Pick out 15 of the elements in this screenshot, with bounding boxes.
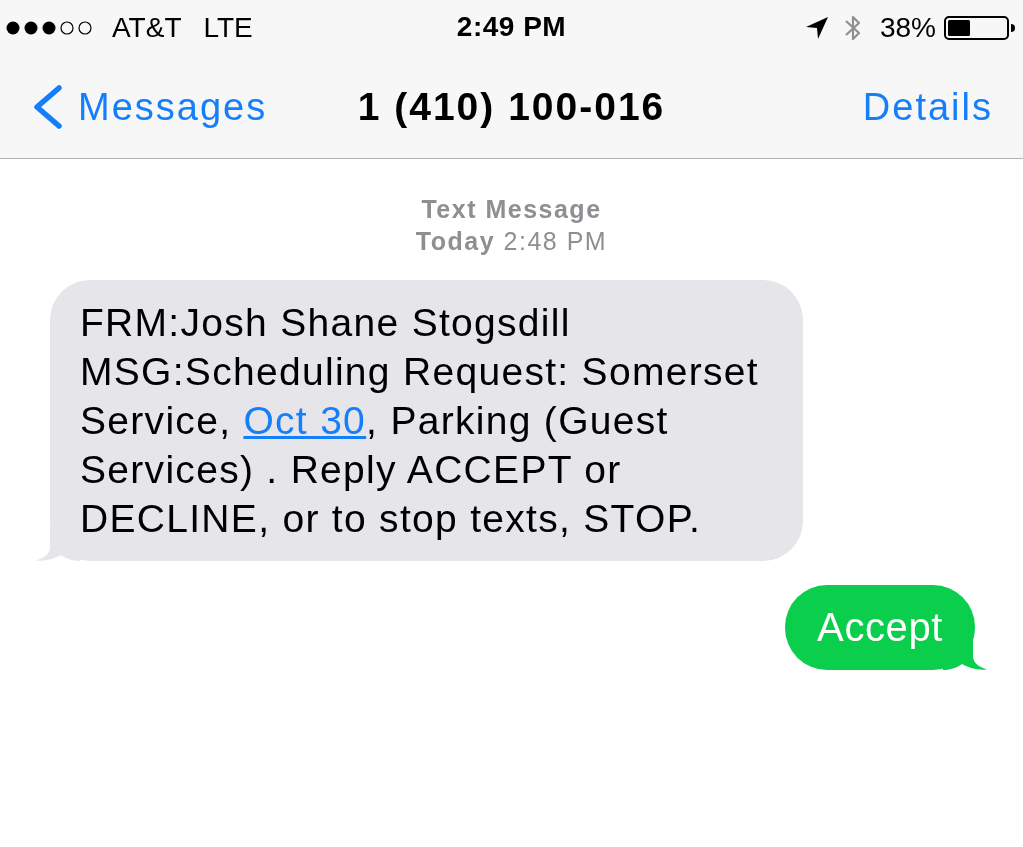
status-time: 2:49 PM	[456, 11, 567, 43]
battery-icon	[944, 15, 1016, 40]
carrier-name: AT&T	[112, 13, 182, 42]
location-arrow-icon	[805, 16, 828, 39]
network-type: LTE	[203, 13, 253, 42]
battery-percentage: 38%	[879, 13, 936, 42]
date-link[interactable]: Oct 30	[243, 399, 367, 442]
back-button[interactable]: Messages	[30, 84, 268, 129]
bluetooth-icon	[843, 13, 862, 42]
message-text: FRM:Josh Shane Stogsdill MSG:Scheduling Request: Somerset Service, Oct 30, Parking (Guest Services) . Reply ACCEPT or DECLINE, or to stop texts, STOP.	[80, 300, 760, 542]
conversation-title: 1 (410) 100-016	[357, 84, 666, 130]
message-type-label: Text Message	[421, 194, 602, 225]
message-text: Accept	[817, 604, 943, 651]
details-button[interactable]: Details	[862, 87, 993, 126]
message-timestamp: Today 2:48 PM	[415, 226, 608, 257]
